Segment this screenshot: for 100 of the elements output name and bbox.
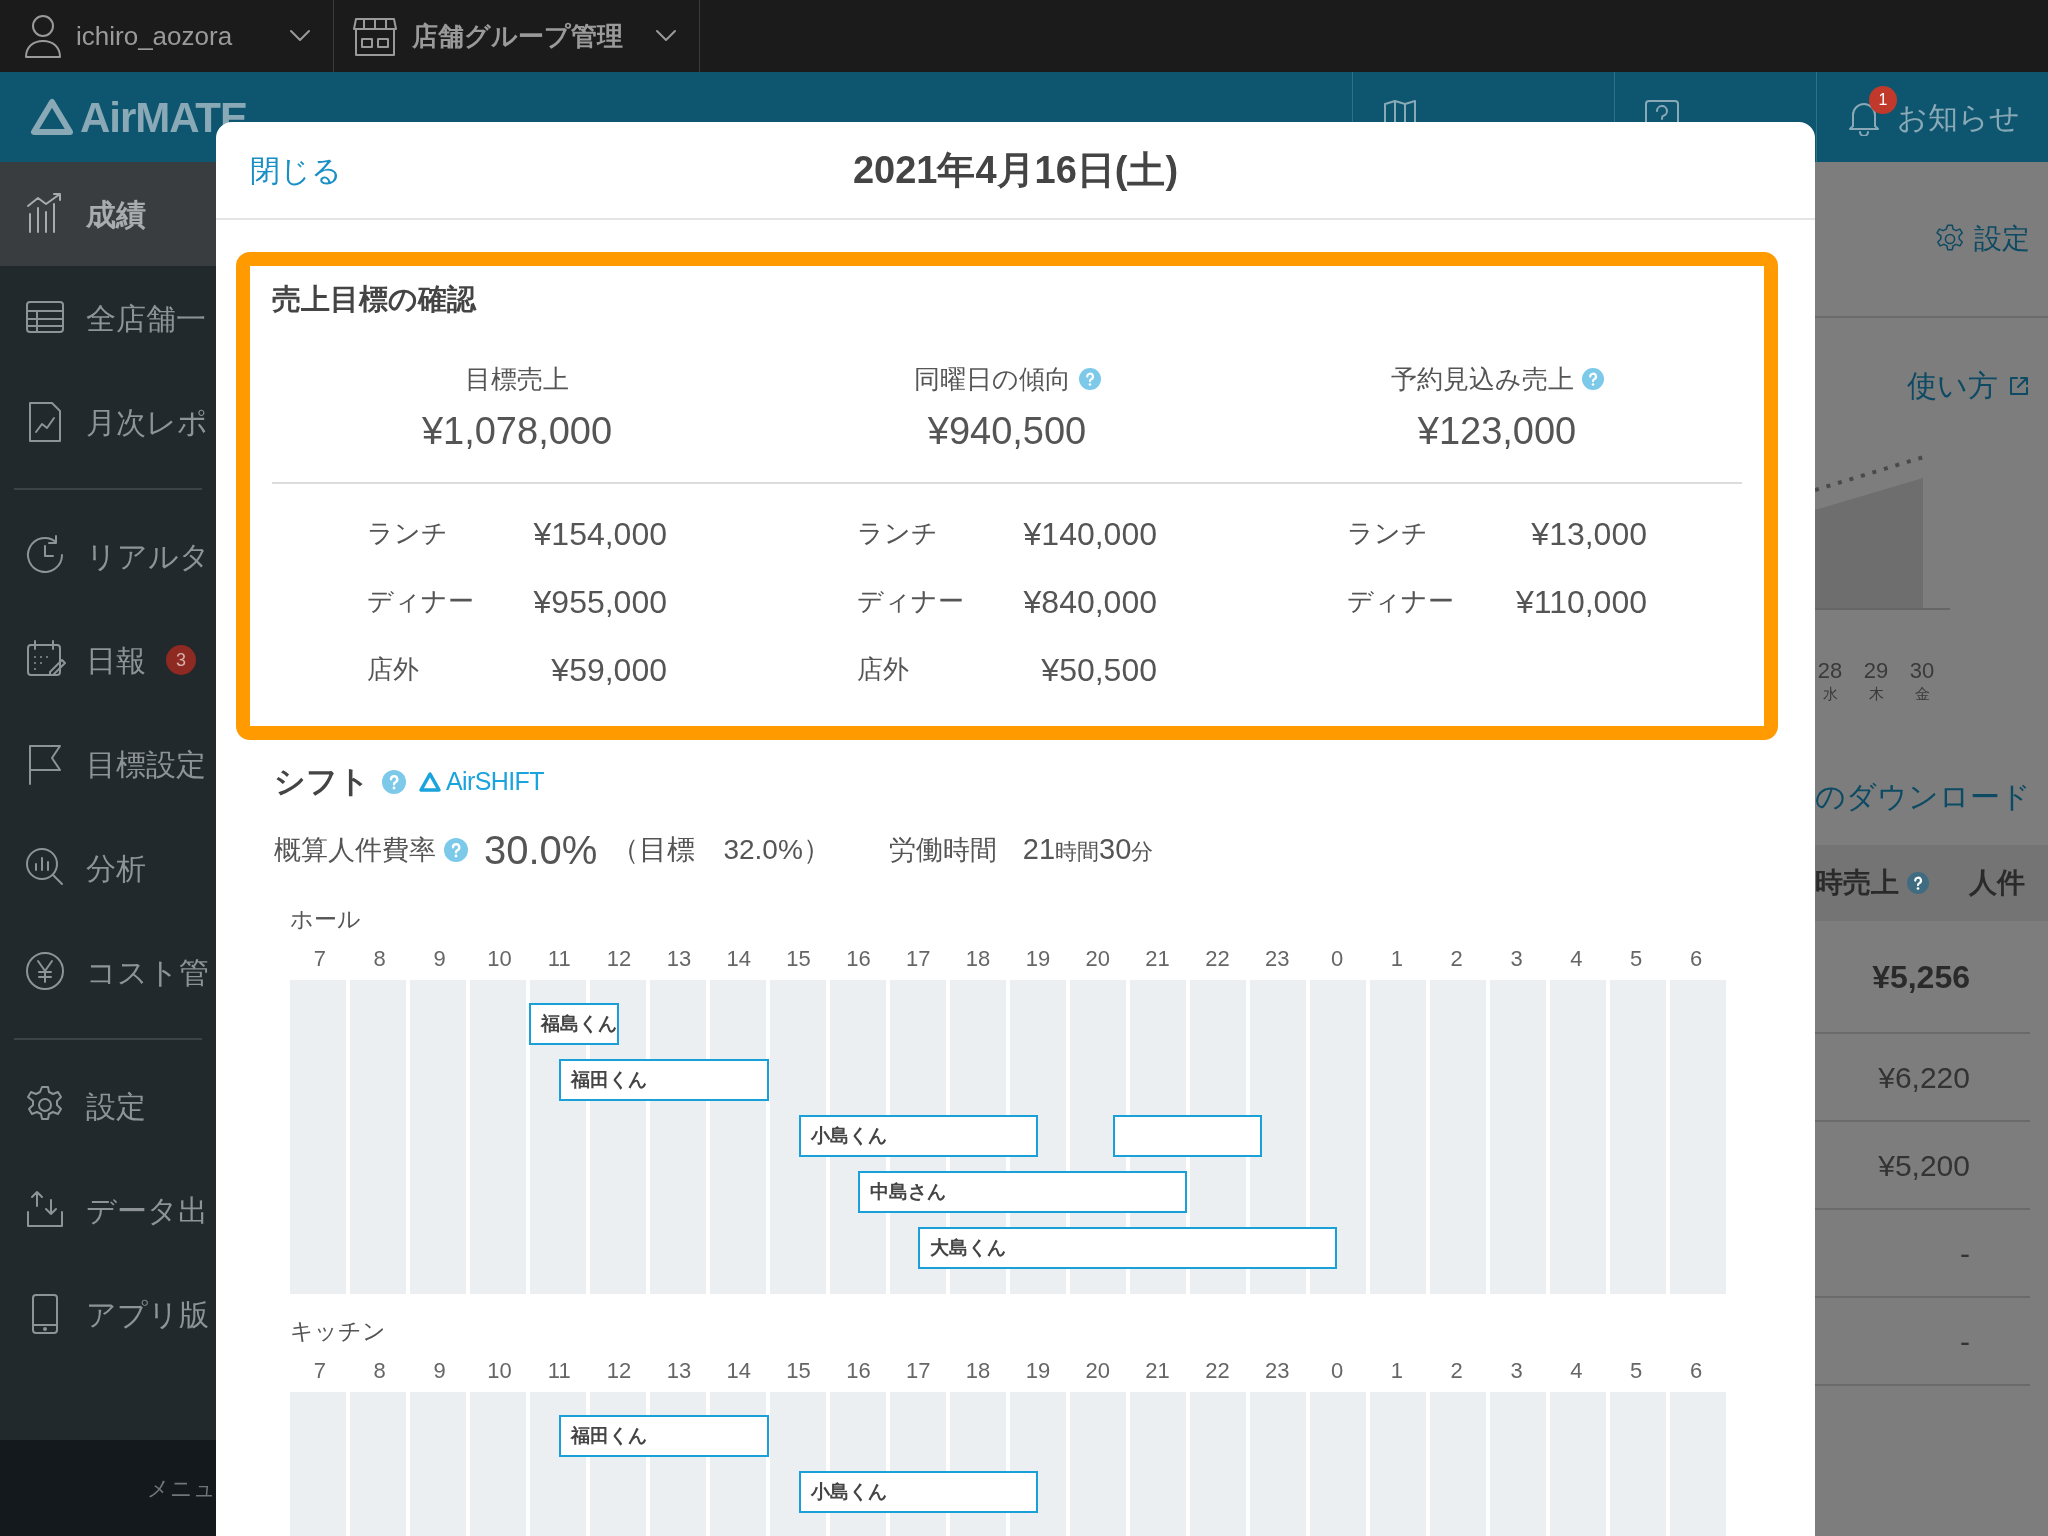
hour-label: 22 (1204, 1356, 1231, 1385)
sidebar-item[interactable]: 設定 (0, 1054, 216, 1158)
sidebar-item[interactable]: 分析 (0, 816, 216, 920)
user-name: ichiro_aozora (76, 19, 234, 53)
hour-label: 0 (1329, 1356, 1345, 1385)
shift-bar[interactable]: 中島さん (858, 1171, 1188, 1213)
shift-bar[interactable]: 大島くん (918, 1227, 1338, 1269)
table-cell-text: - (1960, 1235, 1970, 1272)
breakdown-value: ¥154,000 (533, 514, 667, 554)
hour-label: 1 (1389, 1356, 1405, 1385)
hour-label: 11 (546, 1356, 572, 1385)
sidebar-item[interactable]: 目標設定 (0, 712, 216, 816)
hour-label: 12 (605, 1356, 633, 1385)
shift-bar[interactable]: 福田くん (559, 1059, 769, 1101)
sidebar-item[interactable]: コスト管 (0, 920, 216, 1024)
hour-label: 16 (845, 944, 872, 973)
hour-label: 14 (725, 1356, 752, 1385)
metric-label: 同曜日の傾向 (913, 362, 1071, 396)
header-link[interactable]: お知らせ 1 (1816, 72, 2048, 162)
shift-bar[interactable]: 福島くん (529, 1003, 620, 1045)
column-header: 人件 (1969, 866, 2025, 900)
sidebar-item[interactable]: アプリ版 (0, 1262, 216, 1366)
hour-label: 14 (725, 944, 752, 973)
shift-bar[interactable]: 福田くん (559, 1415, 769, 1457)
table-cell-text: - (1960, 1323, 1970, 1360)
metric-value: ¥940,500 (927, 408, 1087, 454)
shift-bar[interactable] (1112, 1115, 1263, 1157)
hour-label: 4 (1569, 944, 1584, 973)
table-cell-text: ¥5,256 (1872, 957, 1970, 997)
hour-label: 20 (1084, 944, 1111, 973)
group-label: ホール (290, 905, 362, 934)
metric-value: ¥1,078,000 (421, 408, 613, 454)
logo-icon (30, 98, 74, 136)
hour-label: 8 (372, 1356, 387, 1385)
help-icon (382, 770, 406, 794)
hour-label: 11 (546, 944, 572, 973)
count-badge: 3 (166, 645, 196, 675)
hour-label: 5 (1629, 944, 1644, 973)
breakdown-label: ランチ (1347, 517, 1428, 550)
notification-badge: 1 (1869, 86, 1897, 114)
book-icon (1381, 98, 1419, 122)
hour-label: 10 (486, 1356, 513, 1385)
section-title: 売上目標の確認 (272, 282, 478, 317)
hour-label: 5 (1629, 1356, 1644, 1385)
chevron-down-icon (655, 29, 677, 43)
group-label: キッチン (290, 1317, 387, 1346)
menu-footer-text: メニュ (147, 1474, 216, 1503)
axis-label: 金 (1914, 686, 1930, 701)
breakdown-label: 店外 (857, 653, 909, 686)
shift-bar[interactable]: 小島くん (798, 1115, 1038, 1157)
user-icon (24, 13, 62, 59)
sidebar-item[interactable]: 月次レポ (0, 370, 216, 474)
chevron-down-icon (289, 29, 311, 43)
sidebar-item[interactable]: データ出 (0, 1158, 216, 1262)
hour-label: 21 (1144, 1356, 1171, 1385)
hour-label: 15 (785, 1356, 812, 1385)
close-link[interactable]: 閉じる (250, 153, 342, 187)
airshift-logo[interactable]: AirSHIFT (418, 763, 544, 801)
breakdown-label: ランチ (857, 517, 938, 550)
table-cell-text: ¥6,220 (1878, 1059, 1970, 1096)
hour-label: 18 (964, 944, 992, 973)
axis-label: 水 (1822, 686, 1838, 701)
metric-value: ¥123,000 (1417, 408, 1577, 454)
breakdown-value: ¥59,000 (551, 650, 667, 690)
hour-label: 13 (665, 944, 693, 973)
column-header: 時売上 (1815, 866, 1899, 900)
breakdown-label: 店外 (367, 653, 419, 686)
section-title: シフト (274, 762, 370, 801)
axis-label: 28 (1817, 660, 1843, 682)
hour-label: 13 (665, 1356, 693, 1385)
hour-label: 3 (1509, 1356, 1524, 1385)
sidebar-item[interactable]: 成績 (0, 162, 216, 266)
cost-rate-label: 概算人件費率 (274, 833, 436, 867)
help-icon (444, 838, 468, 862)
breakdown-value: ¥955,000 (533, 582, 667, 622)
hour-label: 8 (372, 944, 387, 973)
sidebar-item[interactable]: 日報 3 (0, 608, 216, 712)
shift-bar[interactable]: 小島くん (798, 1471, 1038, 1513)
hour-label: 20 (1084, 1356, 1111, 1385)
breakdown-value: ¥110,000 (1515, 582, 1647, 622)
sidebar-item[interactable]: 全店舗一 (0, 266, 216, 370)
external-link-icon (2008, 374, 2030, 397)
hour-label: 4 (1569, 1356, 1584, 1385)
breakdown-value: ¥50,500 (1041, 650, 1157, 690)
hour-label: 17 (905, 1356, 932, 1385)
hour-label: 17 (905, 944, 932, 973)
hour-label: 3 (1509, 944, 1524, 973)
breakdown-label: ディナー (367, 585, 474, 618)
hour-label: 19 (1024, 944, 1052, 973)
metric-label: 目標売上 (465, 362, 569, 396)
breakdown-label: ランチ (367, 517, 448, 550)
cost-rate-target: （目標 32.0%） (611, 833, 831, 867)
dialog-title: 2021年4月16日(土) (852, 147, 1179, 193)
sidebar-item[interactable]: リアルタ (0, 504, 216, 608)
hour-label: 10 (486, 944, 513, 973)
hour-label: 22 (1204, 944, 1231, 973)
help-icon (1643, 98, 1681, 122)
breakdown-label: ディナー (1347, 585, 1454, 618)
hour-label: 6 (1688, 1356, 1704, 1385)
hour-label: 9 (432, 944, 447, 973)
